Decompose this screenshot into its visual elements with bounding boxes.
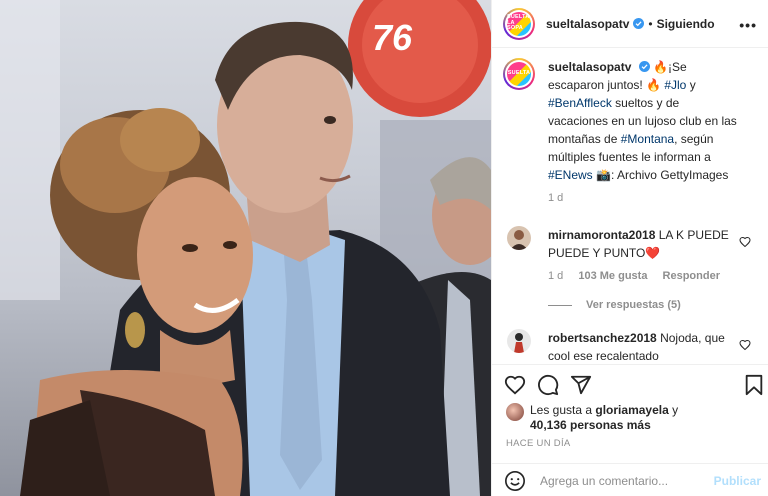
- comment-meta: 1 d 103 Me gusta Responder: [548, 270, 739, 282]
- comment-avatar[interactable]: [507, 329, 531, 353]
- liker-username[interactable]: gloriamayela: [595, 403, 668, 417]
- caption-time[interactable]: 1 d: [548, 192, 563, 204]
- avatar-logo-text: SUELTA LA SOPA: [507, 11, 531, 36]
- header-username[interactable]: sueltalasopatv: [546, 17, 629, 31]
- comment-like-heart-icon[interactable]: [739, 236, 751, 248]
- liker-avatar[interactable]: [506, 403, 524, 421]
- replies-line: [548, 304, 572, 306]
- reply-button[interactable]: Responder: [663, 270, 720, 282]
- profile-avatar[interactable]: SUELTA LA SOPA: [503, 7, 535, 40]
- post-photo[interactable]: 76: [0, 0, 491, 496]
- comment-username[interactable]: robertsanchez2018: [548, 331, 657, 345]
- hashtag-jlo[interactable]: #Jlo: [664, 78, 686, 92]
- separator-dot: •: [648, 16, 653, 31]
- post-actions: Les gusta a gloriamayela y 40,136 person…: [492, 364, 768, 496]
- comment-text: mirnamoronta2018 LA K PUEDE PUEDE Y PUNT…: [548, 228, 729, 260]
- comment-time[interactable]: 1 d: [548, 270, 563, 282]
- photo-illustration: 76: [0, 0, 491, 496]
- caption-text: sueltalasopatv 🔥¡Se escaparon juntos! 🔥 …: [548, 60, 737, 182]
- comment-input[interactable]: [540, 473, 710, 488]
- verified-badge-icon: [633, 18, 645, 29]
- like-heart-icon[interactable]: [504, 374, 526, 396]
- post-sidebar: SUELTA LA SOPA sueltalasopatv • Siguiend…: [491, 0, 768, 496]
- hashtag-benaffleck[interactable]: #BenAffleck: [548, 96, 612, 110]
- caption-username[interactable]: sueltalasopatv: [548, 60, 631, 74]
- comment-item: robertsanchez2018 Nojoda, que cool ese r…: [492, 329, 768, 363]
- following-button[interactable]: Siguiendo: [657, 17, 715, 31]
- add-comment-bar: Publicar: [492, 463, 768, 496]
- view-replies-button[interactable]: Ver respuestas (5): [548, 299, 739, 311]
- emoji-icon[interactable]: [504, 470, 526, 492]
- comment-icon[interactable]: [537, 374, 559, 396]
- action-icons: [504, 374, 592, 396]
- save-bookmark-icon[interactable]: [743, 374, 765, 396]
- likes-summary: Les gusta a gloriamayela y 40,136 person…: [506, 403, 678, 433]
- caption: SUELTA sueltalasopatv 🔥¡Se escaparon jun…: [492, 58, 768, 208]
- comments-list[interactable]: SUELTA sueltalasopatv 🔥¡Se escaparon jun…: [492, 58, 768, 363]
- publish-button[interactable]: Publicar: [714, 474, 761, 488]
- svg-text:76: 76: [372, 17, 413, 58]
- likes-count[interactable]: 40,136 personas más: [530, 418, 651, 432]
- hashtag-enews[interactable]: #ENews: [548, 168, 593, 182]
- caption-meta: 1 d: [548, 192, 739, 204]
- verified-badge-icon: [638, 61, 650, 72]
- comment-like-heart-icon[interactable]: [739, 339, 751, 351]
- hashtag-montana[interactable]: #Montana: [621, 132, 674, 146]
- post-header: SUELTA LA SOPA sueltalasopatv • Siguiend…: [492, 0, 768, 48]
- comment-item: mirnamoronta2018 LA K PUEDE PUEDE Y PUNT…: [492, 226, 768, 311]
- caption-avatar[interactable]: SUELTA: [503, 58, 535, 90]
- share-icon[interactable]: [570, 374, 592, 396]
- comment-likes[interactable]: 103 Me gusta: [578, 270, 647, 282]
- comment-text: robertsanchez2018 Nojoda, que cool ese r…: [548, 331, 725, 363]
- more-options-icon[interactable]: •••: [739, 17, 757, 33]
- comment-avatar[interactable]: [507, 226, 531, 250]
- comment-username[interactable]: mirnamoronta2018: [548, 228, 655, 242]
- post-timestamp[interactable]: HACE UN DÍA: [506, 438, 571, 449]
